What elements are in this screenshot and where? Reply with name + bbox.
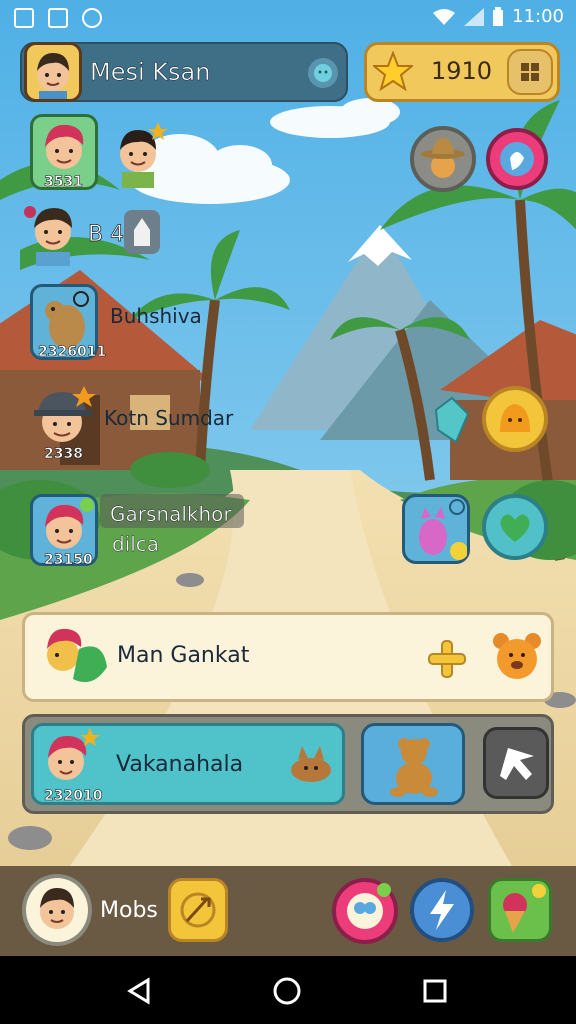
system-nav-bar [0, 956, 576, 1024]
bottom-label: Mobs [100, 898, 158, 923]
quest-title: Man Gankat [117, 643, 250, 668]
ice-cream-icon [503, 884, 546, 933]
character-portrait-5[interactable] [28, 382, 98, 452]
cat-card-button[interactable] [402, 494, 470, 564]
clock: 11:00 [512, 6, 564, 27]
bottom-bar: Mobs [0, 866, 576, 956]
recents-icon[interactable] [420, 976, 450, 1006]
coin-count: 1910 [431, 57, 493, 85]
sword-button[interactable] [168, 878, 228, 942]
plus-icon[interactable] [427, 639, 467, 679]
arrow-icon [500, 748, 534, 780]
lightning-button[interactable] [410, 878, 474, 942]
feature-number: 232010 [44, 788, 103, 805]
flower-icon [347, 883, 391, 929]
lightning-icon [430, 890, 454, 930]
character-5-name: Kotn Sumdar [104, 406, 234, 430]
character-5-number: 2338 [44, 446, 84, 463]
coins-panel[interactable]: 1910 [364, 42, 560, 102]
cat-icon [419, 499, 468, 560]
chat-icon[interactable] [308, 58, 338, 88]
sword-icon [180, 892, 216, 928]
signal-icon [464, 7, 485, 26]
grid-menu-button[interactable] [507, 49, 553, 95]
quest-character-icon [33, 619, 111, 699]
gallery-icon [14, 8, 34, 28]
bear-toy-button[interactable] [361, 723, 465, 805]
star-icon [373, 51, 413, 92]
slime-button[interactable] [482, 386, 548, 452]
teddy-bear-icon [390, 738, 438, 797]
status-bar: 11:00 [0, 0, 576, 36]
cowboy-hat-icon [421, 138, 465, 178]
app-icon [82, 8, 102, 28]
home-icon[interactable] [272, 976, 302, 1006]
feature-title: Vakanahala [116, 752, 244, 777]
character-4-name: Buhshiva [110, 304, 202, 328]
quest-card[interactable]: Man Gankat [22, 612, 554, 702]
character-6-number: 23150 [44, 552, 93, 569]
ice-cream-button[interactable] [488, 878, 552, 942]
photo-icon [48, 8, 68, 28]
feature-row: Vakanahala 232010 [22, 714, 554, 814]
wifi-icon [433, 8, 456, 25]
character-4-number: 2326011 [38, 344, 107, 361]
back-icon[interactable] [124, 976, 154, 1006]
character-6-name-line2: dilca [112, 532, 160, 556]
fox-icon [291, 746, 331, 782]
chat-bubble-button[interactable] [486, 128, 548, 190]
player-avatar[interactable] [24, 42, 82, 102]
player-name: Mesi Ksan [90, 58, 211, 87]
bear-icon[interactable] [489, 627, 545, 687]
heart-button[interactable] [482, 494, 548, 560]
profile-button[interactable] [22, 874, 92, 946]
chat-bubble-icon [500, 142, 534, 176]
character-portrait-3[interactable] [24, 200, 82, 266]
feature-card[interactable]: Vakanahala 232010 [31, 723, 345, 805]
heart-icon [500, 514, 530, 542]
player-name-panel[interactable]: Mesi Ksan [20, 42, 348, 102]
profile-avatar-icon [40, 888, 74, 929]
cowboy-hat-button[interactable] [410, 126, 476, 192]
potion-icon[interactable] [122, 208, 162, 256]
flower-button[interactable] [332, 878, 398, 944]
character-1-number: 3531 [44, 174, 84, 191]
character-portrait-2[interactable] [108, 120, 168, 190]
arrow-button[interactable] [483, 727, 549, 799]
grid-icon [521, 63, 539, 81]
crystal-icon[interactable] [434, 396, 470, 444]
slime-icon [500, 404, 530, 432]
battery-icon [493, 6, 504, 26]
character-6-name-line1: Garsnalkhor [110, 502, 232, 526]
